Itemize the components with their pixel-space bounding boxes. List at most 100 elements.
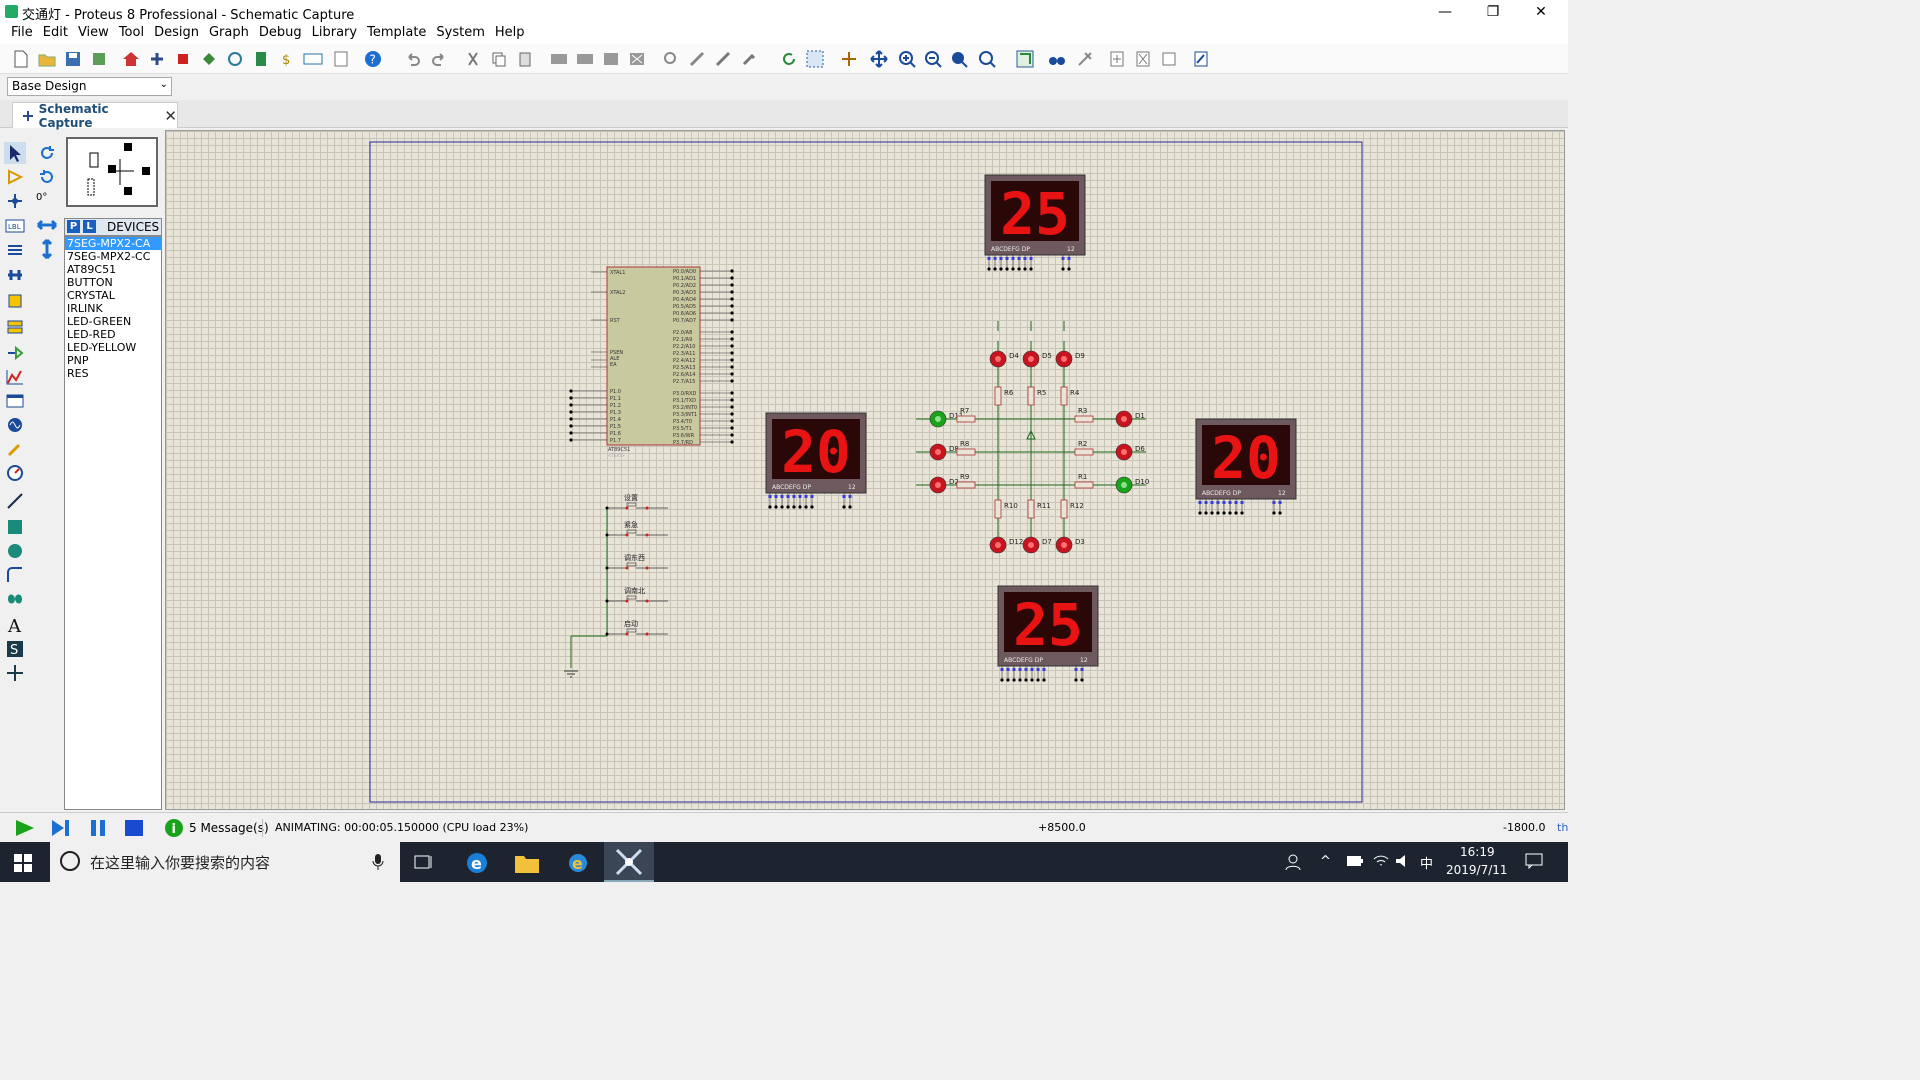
resistor-r5[interactable]: R5	[1027, 386, 1046, 406]
pick-device-button[interactable]: P	[67, 220, 80, 233]
zoom-area-icon[interactable]	[976, 48, 998, 70]
resistor-r9[interactable]: R9	[956, 473, 976, 489]
mirror-vertical-icon[interactable]	[36, 238, 58, 260]
tape-recorder-icon[interactable]	[4, 390, 26, 412]
origin-icon[interactable]	[838, 48, 860, 70]
schematic-canvas[interactable]: XTAL1 XTAL2 RST PSEN ALE EA P1.0 P1.1 P1.2 P1.3 P1…	[165, 130, 1565, 810]
block-delete-icon[interactable]	[626, 48, 648, 70]
import-icon[interactable]	[88, 48, 110, 70]
box-tool-icon[interactable]	[4, 516, 26, 538]
led-d5[interactable]: D5	[1022, 350, 1052, 368]
taskbar-search-input[interactable]: 在这里输入你要搜索的内容	[50, 842, 400, 882]
push-button[interactable]: 调南北	[605, 586, 669, 603]
volume-icon[interactable]	[1394, 853, 1412, 872]
subcircuit-icon[interactable]	[4, 290, 26, 312]
arc-tool-icon[interactable]	[4, 564, 26, 586]
marker-tool-icon[interactable]	[4, 662, 26, 684]
task-view-icon[interactable]	[413, 853, 435, 874]
virtual-instrument-icon[interactable]	[4, 462, 26, 484]
junction-dot-icon[interactable]	[4, 190, 26, 212]
list-item[interactable]: 7SEG-MPX2-CA	[65, 237, 161, 250]
text-script-icon[interactable]	[4, 240, 26, 262]
script-icon[interactable]	[1190, 48, 1212, 70]
maximize-button[interactable]: ❐	[1470, 0, 1516, 24]
refresh-icon[interactable]	[778, 48, 800, 70]
circle-tool-icon[interactable]	[4, 540, 26, 562]
bom-icon[interactable]: $	[276, 48, 298, 70]
led-d1[interactable]: D1	[1115, 410, 1145, 428]
copy-icon[interactable]	[488, 48, 510, 70]
wifi-icon[interactable]	[1372, 853, 1390, 872]
push-button[interactable]: 调东西	[605, 553, 669, 570]
home-icon[interactable]	[120, 48, 142, 70]
device-pin-icon[interactable]	[4, 342, 26, 364]
ime-indicator[interactable]: 中	[1420, 853, 1433, 872]
pan-icon[interactable]	[868, 48, 890, 70]
resistor-r7[interactable]: R7	[956, 407, 976, 423]
led-d8[interactable]: D8	[929, 443, 959, 461]
voltage-probe-icon[interactable]	[4, 438, 26, 460]
seven-segment-display-bottom[interactable]: 25ABCDEFG DP 12	[997, 585, 1099, 682]
path-tool-icon[interactable]	[4, 588, 26, 610]
zoom-all-icon[interactable]	[948, 48, 970, 70]
led-d6[interactable]: D6	[1115, 443, 1145, 461]
clock-date[interactable]: 2019/7/11	[1446, 863, 1508, 877]
clock-time[interactable]: 16:19	[1460, 845, 1495, 859]
new-sheet-icon[interactable]	[1106, 48, 1128, 70]
rotate-anticlockwise-icon[interactable]	[36, 166, 58, 188]
generator-icon[interactable]	[4, 414, 26, 436]
list-item[interactable]: CRYSTAL	[65, 289, 161, 302]
packaging-icon[interactable]	[712, 48, 734, 70]
new-file-icon[interactable]	[10, 48, 32, 70]
stop-button[interactable]	[124, 819, 144, 840]
menu-design[interactable]: Design	[149, 24, 204, 44]
zoom-out-icon[interactable]	[922, 48, 944, 70]
led-d4[interactable]: D4	[989, 350, 1019, 368]
tab-close-icon[interactable]: ✕	[164, 107, 177, 125]
menu-tool[interactable]: Tool	[114, 24, 149, 44]
line-tool-icon[interactable]	[4, 490, 26, 512]
seven-segment-display-left[interactable]: 20ABCDEFG DP 12	[765, 412, 867, 509]
remove-sheet-icon[interactable]	[1132, 48, 1154, 70]
exit-parent-icon[interactable]	[1158, 48, 1180, 70]
mcu-at89c51[interactable]: XTAL1 XTAL2 RST PSEN ALE EA P1.0 P1.1 P1.2 P1.3 P1…	[569, 266, 734, 458]
close-button[interactable]: ✕	[1518, 0, 1564, 24]
paste-icon[interactable]	[514, 48, 536, 70]
led-d3[interactable]: D3	[1055, 536, 1085, 554]
overview-preview[interactable]	[66, 137, 158, 207]
grid-toggle-icon[interactable]	[804, 48, 826, 70]
cut-icon[interactable]	[462, 48, 484, 70]
list-item[interactable]: LED-GREEN	[65, 315, 161, 328]
rotate-clockwise-icon[interactable]	[36, 142, 58, 164]
mirror-horizontal-icon[interactable]	[36, 214, 58, 236]
resistor-r6[interactable]: R6	[994, 386, 1014, 406]
play-button[interactable]	[14, 819, 36, 840]
wire-label-icon[interactable]: LBL	[4, 215, 26, 237]
list-item[interactable]: LED-YELLOW	[65, 341, 161, 354]
bus-icon[interactable]	[4, 264, 26, 286]
menu-help[interactable]: Help	[490, 24, 530, 44]
battery-icon[interactable]	[1346, 855, 1364, 870]
menu-library[interactable]: Library	[307, 24, 362, 44]
pick-device-icon[interactable]	[660, 48, 682, 70]
text-tool-icon[interactable]: A	[4, 614, 26, 636]
seven-segment-display-top[interactable]: 25ABCDEFG DP 12	[984, 174, 1086, 271]
rotation-angle[interactable]: 0°	[36, 192, 47, 203]
terminal-icon[interactable]	[4, 316, 26, 338]
list-item[interactable]: AT89C51	[65, 263, 161, 276]
info-icon[interactable]: i	[164, 818, 184, 841]
file-explorer-icon[interactable]	[514, 852, 540, 877]
resistor-r3[interactable]: R3	[1074, 407, 1094, 423]
list-item[interactable]: PNP	[65, 354, 161, 367]
resistor-r4[interactable]: R4	[1060, 386, 1080, 406]
block-move-icon[interactable]	[574, 48, 596, 70]
led-d2[interactable]: D2	[929, 476, 959, 494]
push-button[interactable]: 紧急	[605, 520, 669, 537]
symbol-tool-icon[interactable]: S	[4, 638, 26, 660]
3d-icon[interactable]	[198, 48, 220, 70]
menu-debug[interactable]: Debug	[254, 24, 307, 44]
list-item[interactable]: RES	[65, 367, 161, 380]
resistor-r8[interactable]: R8	[956, 440, 976, 456]
led-d12[interactable]: D12	[989, 536, 1023, 554]
list-item[interactable]: LED-RED	[65, 328, 161, 341]
